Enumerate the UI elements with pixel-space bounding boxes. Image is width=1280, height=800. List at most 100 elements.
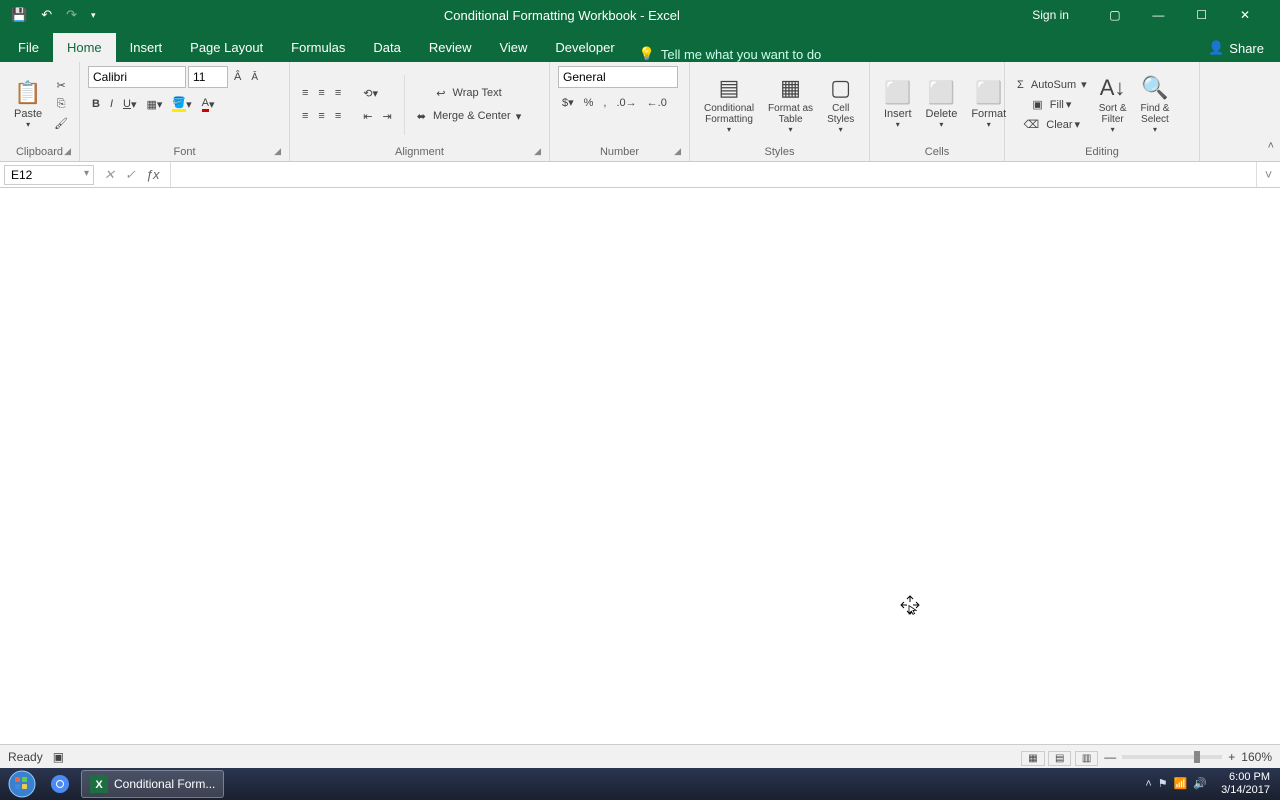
name-box[interactable]: E12 xyxy=(4,165,94,185)
increase-decimal-button[interactable]: .0→ xyxy=(612,95,640,111)
tray-flag-icon[interactable]: ⚑ xyxy=(1158,778,1168,791)
maximize-icon[interactable]: ☐ xyxy=(1182,5,1222,25)
tab-page-layout[interactable]: Page Layout xyxy=(176,33,277,62)
customize-qat-icon[interactable]: ▾ xyxy=(86,7,101,24)
minimize-icon[interactable]: — xyxy=(1138,5,1178,25)
clock-date[interactable]: 3/14/2017 xyxy=(1221,784,1270,797)
undo-icon[interactable]: ↶ xyxy=(36,4,57,26)
page-layout-view-button[interactable]: ▤ xyxy=(1048,751,1071,766)
tab-data[interactable]: Data xyxy=(359,33,414,62)
percent-format-button[interactable]: % xyxy=(580,95,598,111)
align-bottom-button[interactable]: ≡ xyxy=(331,85,345,101)
tray-network-icon[interactable]: 📶 xyxy=(1174,778,1188,791)
fill-color-button[interactable]: 🪣▾ xyxy=(168,94,195,114)
copy-button[interactable]: ⎘ xyxy=(50,96,72,113)
formula-input[interactable] xyxy=(170,162,1256,187)
font-color-button[interactable]: A▾ xyxy=(198,95,219,114)
font-size-combo[interactable] xyxy=(188,66,228,88)
normal-view-button[interactable]: ▦ xyxy=(1021,751,1044,766)
borders-button[interactable]: ▦▾ xyxy=(143,96,167,113)
window-title: Conditional Formatting Workbook - Excel xyxy=(101,8,1024,23)
close-icon[interactable]: ✕ xyxy=(1225,5,1265,25)
taskbar-chrome[interactable] xyxy=(41,770,79,798)
font-name-combo[interactable] xyxy=(88,66,186,88)
cell-styles-button[interactable]: ▢Cell Styles▾ xyxy=(821,72,860,137)
tab-developer[interactable]: Developer xyxy=(541,33,628,62)
tab-home[interactable]: Home xyxy=(53,33,116,62)
zoom-in-button[interactable]: + xyxy=(1228,750,1235,764)
sign-in-link[interactable]: Sign in xyxy=(1023,5,1078,25)
tab-file[interactable]: File xyxy=(4,33,53,62)
find-select-button[interactable]: 🔍Find & Select▾ xyxy=(1135,72,1176,137)
increase-font-button[interactable]: Â xyxy=(230,69,245,85)
taskbar-excel[interactable]: X Conditional Form... xyxy=(81,770,224,798)
orientation-button[interactable]: ⟲▾ xyxy=(359,85,382,102)
redo-icon[interactable]: ↷ xyxy=(61,4,82,26)
fx-icon[interactable]: ƒx xyxy=(146,167,160,183)
share-icon: 👤 xyxy=(1208,40,1224,56)
paste-icon: 📋 xyxy=(14,80,41,106)
format-painter-button[interactable]: 🖌 xyxy=(50,115,72,132)
dialog-launcher-icon[interactable]: ◢ xyxy=(674,146,681,157)
align-right-button[interactable]: ≡ xyxy=(331,108,345,124)
comma-format-button[interactable]: , xyxy=(599,95,610,111)
sort-filter-button[interactable]: A↓Sort & Filter▾ xyxy=(1093,72,1133,137)
expand-formula-icon[interactable]: ˅ xyxy=(1256,162,1280,187)
share-button[interactable]: 👤 Share xyxy=(1192,34,1280,62)
increase-indent-button[interactable]: ⇥ xyxy=(378,108,395,125)
format-as-table-button[interactable]: ▦Format as Table▾ xyxy=(762,72,819,137)
conditional-formatting-button[interactable]: ▤Conditional Formatting▾ xyxy=(698,72,760,137)
tab-view[interactable]: View xyxy=(485,33,541,62)
start-button[interactable] xyxy=(4,768,40,800)
dialog-launcher-icon[interactable]: ◢ xyxy=(534,146,541,157)
merge-center-button[interactable]: ⬌ Merge & Center ▾ xyxy=(413,108,526,125)
format-label: Format xyxy=(971,108,1006,120)
clear-button[interactable]: ⌫ Clear▾ xyxy=(1013,116,1091,133)
align-center-button[interactable]: ≡ xyxy=(314,108,328,124)
insert-cells-button[interactable]: ⬜Insert▾ xyxy=(878,77,918,132)
group-font: Â Ǎ B I U▾ ▦▾ 🪣▾ A▾ Font◢ xyxy=(80,62,290,161)
italic-button[interactable]: I xyxy=(106,96,117,112)
enter-formula-icon[interactable]: ✓ xyxy=(125,167,136,183)
accounting-format-button[interactable]: $▾ xyxy=(558,94,578,111)
align-top-button[interactable]: ≡ xyxy=(298,85,312,101)
worksheet-area[interactable] xyxy=(0,188,1280,738)
tray-chevron-icon[interactable]: ˄ xyxy=(1145,778,1151,791)
system-tray[interactable]: ˄ ⚑ 📶 🔊 xyxy=(1145,778,1221,791)
zoom-level[interactable]: 160% xyxy=(1241,750,1272,764)
cancel-formula-icon[interactable]: ✕ xyxy=(104,167,115,183)
macro-record-icon[interactable]: ▣ xyxy=(53,750,64,764)
wrap-text-button[interactable]: ↩ Wrap Text xyxy=(413,85,526,102)
clock-time[interactable]: 6:00 PM xyxy=(1221,771,1270,784)
align-left-button[interactable]: ≡ xyxy=(298,108,312,124)
dialog-launcher-icon[interactable]: ◢ xyxy=(274,146,281,157)
number-format-combo[interactable] xyxy=(558,66,678,88)
tab-review[interactable]: Review xyxy=(415,33,486,62)
autosum-button[interactable]: Σ AutoSum ▾ xyxy=(1013,76,1091,93)
group-alignment: ≡ ≡ ≡ ⟲▾ ≡ ≡ ≡ ⇤ ⇥ ↩ Wrap Text ⬌ M xyxy=(290,62,550,161)
collapse-ribbon-icon[interactable]: ˄ xyxy=(1268,140,1274,152)
tab-formulas[interactable]: Formulas xyxy=(277,33,359,62)
tell-me-search[interactable]: 💡 Tell me what you want to do xyxy=(639,46,822,62)
alignment-group-label: Alignment xyxy=(395,146,444,158)
zoom-out-button[interactable]: — xyxy=(1104,750,1116,764)
cut-button[interactable]: ✂ xyxy=(50,77,72,94)
underline-button[interactable]: U▾ xyxy=(119,96,140,113)
align-middle-button[interactable]: ≡ xyxy=(314,85,328,101)
cf-label: Conditional Formatting xyxy=(704,103,754,125)
bold-button[interactable]: B xyxy=(88,96,104,112)
decrease-decimal-button[interactable]: ←.0 xyxy=(643,95,671,111)
tray-volume-icon[interactable]: 🔊 xyxy=(1193,778,1207,791)
insert-icon: ⬜ xyxy=(884,80,911,106)
paste-button[interactable]: 📋 Paste ▾ xyxy=(8,77,48,132)
save-icon[interactable]: 💾 xyxy=(6,4,32,26)
tab-insert[interactable]: Insert xyxy=(116,33,177,62)
decrease-indent-button[interactable]: ⇤ xyxy=(359,108,376,125)
decrease-font-button[interactable]: Ǎ xyxy=(247,70,262,85)
ribbon-display-icon[interactable]: ▢ xyxy=(1095,5,1135,25)
page-break-view-button[interactable]: ▥ xyxy=(1075,751,1098,766)
fill-button[interactable]: ▣ Fill▾ xyxy=(1013,96,1091,113)
zoom-slider[interactable] xyxy=(1122,755,1222,759)
dialog-launcher-icon[interactable]: ◢ xyxy=(64,146,71,157)
delete-cells-button[interactable]: ⬜Delete▾ xyxy=(920,77,964,132)
